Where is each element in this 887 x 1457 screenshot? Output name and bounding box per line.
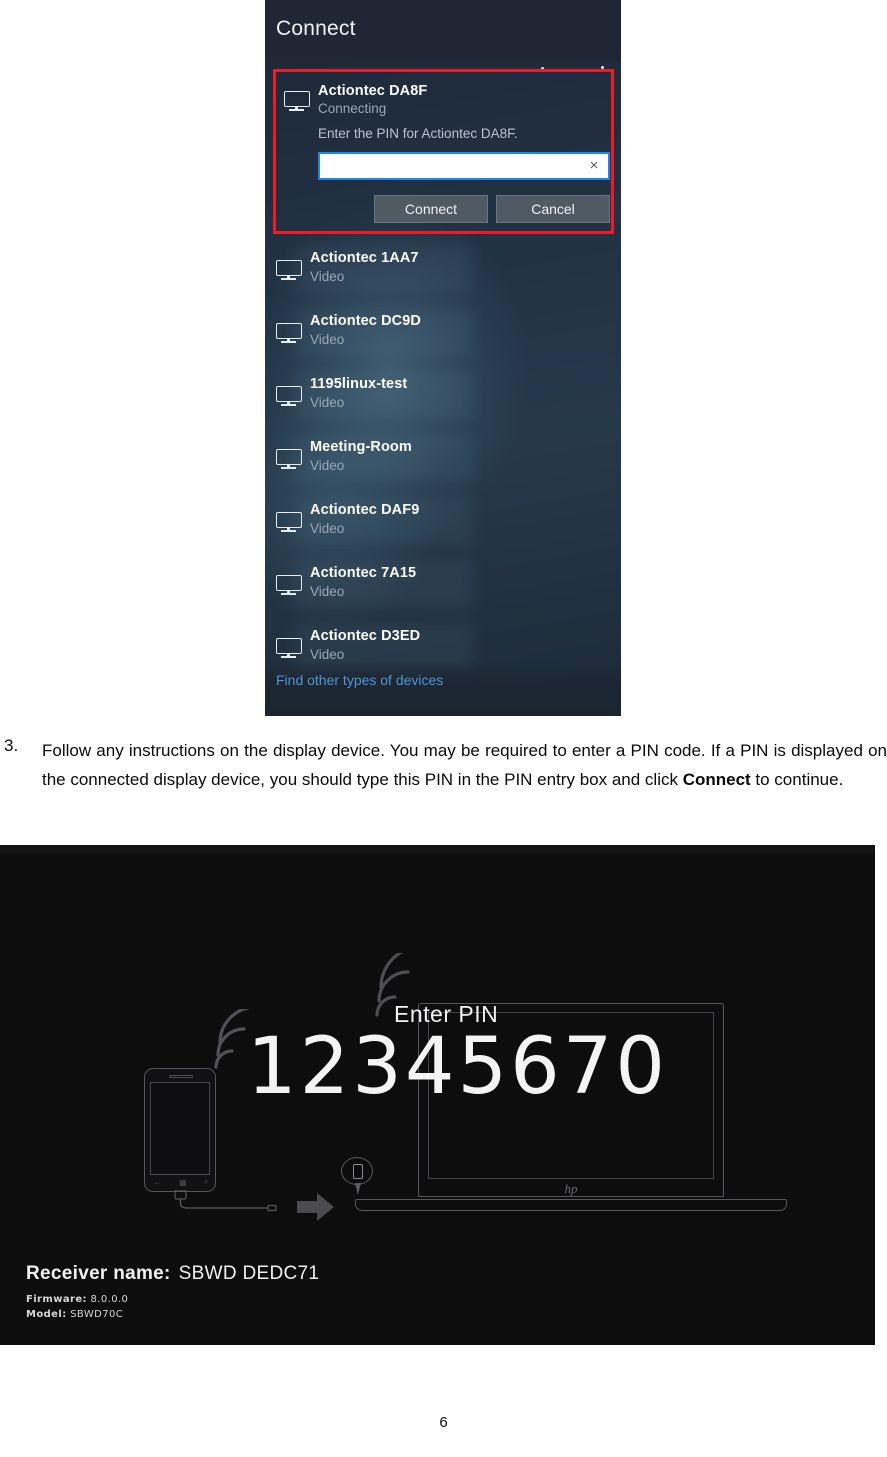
device-type: Video [310, 521, 345, 536]
monitor-icon [276, 260, 302, 280]
home-icon: ▦ [178, 1177, 187, 1187]
find-other-devices-link[interactable]: Find other types of devices [276, 672, 443, 688]
model-label: Model: [26, 1309, 67, 1320]
device-name: Actiontec DC9D [310, 313, 421, 329]
search-icon: ⌕ [203, 1177, 209, 1186]
back-icon: ← [153, 1177, 162, 1187]
pin-input[interactable] [320, 154, 578, 178]
pin-code-display: 12345670 [247, 1022, 669, 1112]
bubble-tail [355, 1183, 361, 1195]
panel-bottom-fade [265, 660, 621, 716]
monitor-icon [276, 638, 302, 658]
receiver-name-label: Receiver name: [26, 1263, 171, 1284]
speech-bubble-icon [341, 1157, 373, 1195]
model-line: Model: SBWD70C [26, 1309, 319, 1320]
cancel-button[interactable]: Cancel [496, 195, 610, 223]
device-name: Meeting-Room [310, 439, 412, 455]
device-name: Actiontec 1AA7 [310, 250, 419, 266]
page-number: 6 [439, 1414, 448, 1431]
pin-prompt-text: Enter the PIN for Actiontec DA8F. [318, 126, 518, 141]
list-item[interactable]: Actiontec 7A15 Video [265, 555, 621, 618]
receiver-name-value: SBWD DEDC71 [178, 1263, 320, 1284]
list-item[interactable]: Actiontec 1AA7 Video [265, 240, 621, 303]
instruction-step: 3. Follow any instructions on the displa… [0, 736, 887, 832]
device-type: Video [310, 584, 345, 599]
hp-logo: hp [564, 1181, 578, 1196]
mini-phone-icon [353, 1164, 363, 1179]
screen-top-strip [0, 845, 875, 854]
device-type: Video [310, 332, 345, 347]
connecting-device-status: Connecting [318, 101, 387, 116]
phone-speaker [169, 1075, 193, 1078]
receiver-info-block: Receiver name: SBWD DEDC71 Firmware: 8.0.… [26, 1263, 319, 1320]
device-name: Actiontec DAF9 [310, 502, 420, 518]
step-text-bold: Connect [682, 770, 751, 789]
monitor-icon [276, 323, 302, 343]
device-type: Video [310, 395, 345, 410]
list-item[interactable]: Actiontec DC9D Video [265, 303, 621, 366]
pin-button-row: Connect Cancel [374, 195, 610, 223]
device-name: Actiontec 7A15 [310, 565, 417, 581]
device-name: 1195linux-test [310, 376, 408, 392]
clear-icon[interactable]: × [586, 158, 602, 174]
monitor-icon [276, 512, 302, 532]
firmware-value: 8.0.0.0 [90, 1294, 129, 1305]
list-item[interactable]: Meeting-Room Video [265, 429, 621, 492]
monitor-icon [276, 575, 302, 595]
connect-panel-header: Connect [265, 0, 621, 62]
device-name: Actiontec D3ED [310, 628, 421, 644]
device-list: Actiontec 1AA7 Video Actiontec DC9D Vide… [265, 240, 621, 681]
firmware-line: Firmware: 8.0.0.0 [26, 1294, 319, 1305]
device-type: Video [310, 458, 345, 473]
device-type: Video [310, 269, 345, 284]
list-item[interactable]: Actiontec DAF9 Video [265, 492, 621, 555]
monitor-icon [276, 449, 302, 469]
phone-screen [150, 1082, 210, 1175]
phone-cable-illustration [174, 1190, 277, 1212]
step-text-part2: to continue. [750, 770, 844, 789]
step-number: 3. [4, 736, 19, 755]
list-item[interactable]: 1195linux-test Video [265, 366, 621, 429]
phone-nav-bar: ← ▦ ⌕ [145, 1177, 217, 1187]
connecting-device-name: Actiontec DA8F [318, 83, 428, 99]
connecting-device-card[interactable]: Actiontec DA8F Connecting Enter the PIN … [273, 69, 614, 234]
model-value: SBWD70C [70, 1309, 124, 1320]
right-arrow-icon [297, 1193, 334, 1221]
laptop-base [355, 1199, 787, 1211]
receiver-name: Receiver name: SBWD DEDC71 [26, 1263, 319, 1285]
firmware-label: Firmware: [26, 1294, 87, 1305]
connect-button[interactable]: Connect [374, 195, 488, 223]
step-text: Follow any instructions on the display d… [42, 736, 887, 794]
page-title: Connect [276, 17, 356, 40]
phone-illustration: ← ▦ ⌕ [144, 1068, 216, 1192]
pin-input-container[interactable]: × [318, 152, 610, 180]
monitor-icon [284, 91, 310, 111]
monitor-icon [276, 386, 302, 406]
connect-flyout-panel: Connect Actiontec DA8F Connecting Enter … [265, 0, 621, 716]
